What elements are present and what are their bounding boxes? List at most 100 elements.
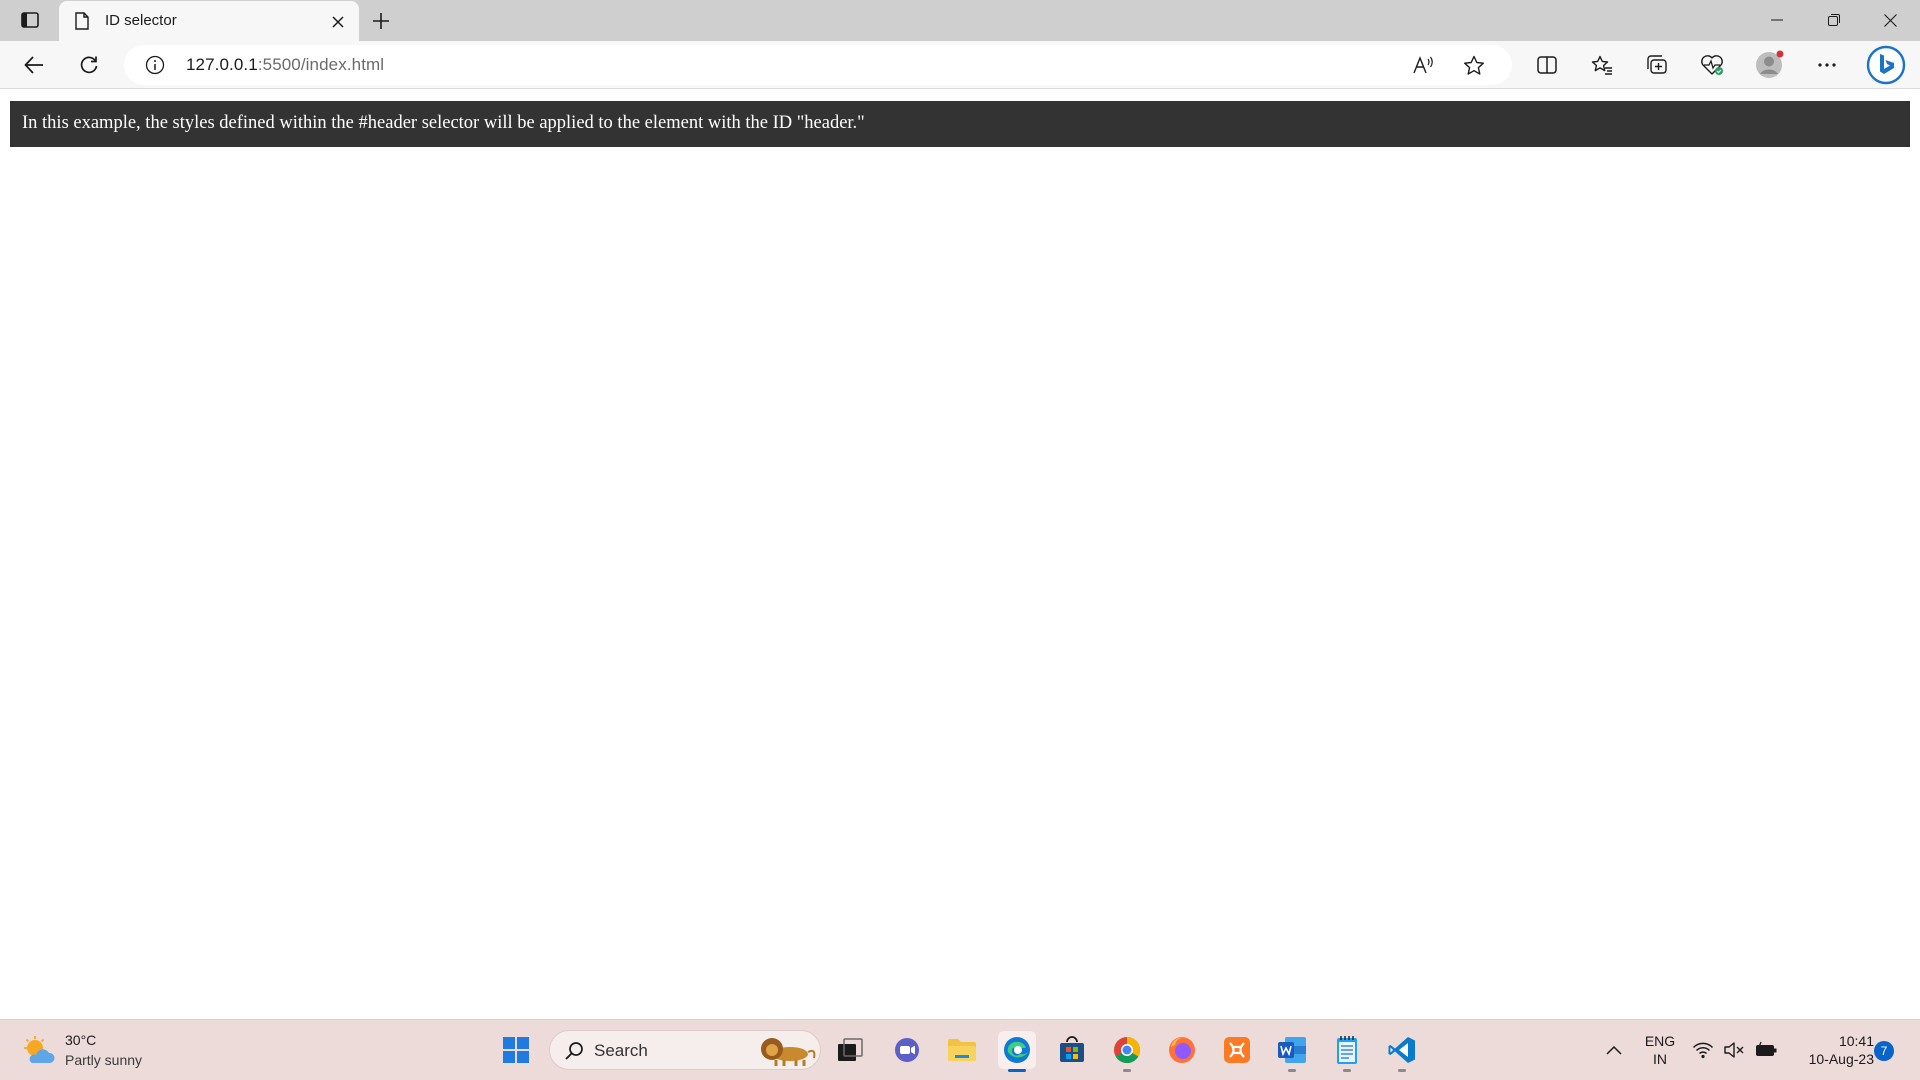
wifi-icon [1692, 1042, 1714, 1059]
restore-button[interactable] [1805, 0, 1862, 40]
edge-taskbar-button[interactable] [998, 1031, 1036, 1072]
address-bar[interactable]: 127.0.0.1:5500/index.html [124, 45, 1512, 85]
xampp-button[interactable] [1218, 1031, 1256, 1069]
more-dots-icon [1818, 63, 1836, 67]
new-tab-button[interactable] [367, 7, 395, 35]
word-icon [1278, 1037, 1306, 1063]
back-arrow-icon [24, 56, 43, 74]
close-window-button[interactable] [1862, 0, 1919, 40]
info-icon [145, 55, 165, 75]
start-button[interactable] [497, 1031, 535, 1069]
chevron-up-icon [1606, 1045, 1622, 1055]
favorites-icon [1591, 55, 1612, 75]
read-aloud-icon [1413, 56, 1433, 74]
xampp-icon [1224, 1037, 1250, 1063]
refresh-icon [80, 56, 98, 74]
plus-icon [373, 13, 389, 29]
partly-sunny-icon [24, 1036, 55, 1063]
page-header: In this example, the styles defined with… [10, 101, 1910, 147]
tab-title: ID selector [105, 12, 177, 29]
clock[interactable]: 10:41 10-Aug-23 [1790, 1032, 1874, 1068]
edge-icon [1004, 1037, 1030, 1063]
clock-time: 10:41 [1838, 1033, 1874, 1049]
tab-actions-button[interactable] [14, 8, 46, 32]
page-viewport: In this example, the styles defined with… [0, 90, 1920, 1019]
battery-charging-icon [1756, 1041, 1777, 1056]
url-text[interactable]: 127.0.0.1:5500/index.html [186, 55, 384, 75]
chrome-button[interactable] [1108, 1031, 1146, 1072]
folder-icon [948, 1039, 976, 1061]
url-host: 127.0.0.1 [186, 55, 258, 74]
wifi-button[interactable] [1686, 1031, 1720, 1069]
back-button[interactable] [17, 49, 51, 81]
search-placeholder: Search [594, 1041, 648, 1060]
minimize-icon [1770, 19, 1783, 21]
weather-description: Partly sunny [65, 1052, 143, 1068]
notepad-button[interactable] [1328, 1031, 1366, 1072]
windows-logo-icon [503, 1037, 529, 1063]
volume-muted-icon [1724, 1042, 1744, 1058]
store-button[interactable] [1053, 1031, 1091, 1069]
weather-widget[interactable]: 30°C Partly sunny [22, 1032, 162, 1072]
star-icon [1464, 55, 1484, 75]
site-info-button[interactable] [144, 54, 166, 76]
taskbar-search[interactable]: Search [549, 1030, 821, 1070]
browser-toolbar: 127.0.0.1:5500/index.html [0, 41, 1920, 89]
tab-strip: ID selector [0, 0, 1920, 41]
store-icon [1060, 1036, 1084, 1062]
word-button[interactable] [1273, 1031, 1311, 1072]
bing-icon [1866, 45, 1906, 85]
url-path: :5500/index.html [257, 55, 385, 74]
bing-chat-button[interactable] [1866, 45, 1906, 85]
running-indicator [1123, 1069, 1131, 1072]
favorites-button[interactable] [1585, 49, 1619, 81]
settings-more-button[interactable] [1810, 49, 1844, 81]
running-indicator [1343, 1069, 1351, 1072]
minimize-button[interactable] [1748, 0, 1805, 40]
tab-actions-icon [21, 12, 39, 28]
running-indicator [1288, 1069, 1296, 1072]
page-icon [75, 12, 89, 30]
lion-highlight-icon [761, 1038, 816, 1066]
heart-pulse-icon [1701, 55, 1723, 75]
vscode-button[interactable] [1383, 1031, 1421, 1072]
file-explorer-button[interactable] [943, 1031, 981, 1069]
collections-icon [1647, 55, 1667, 74]
avatar-icon [1756, 50, 1784, 78]
weather-temperature: 30°C [65, 1032, 97, 1048]
clock-date: 10-Aug-23 [1808, 1051, 1874, 1067]
tab-id-selector[interactable]: ID selector [59, 1, 359, 41]
teams-chat-button[interactable] [888, 1031, 926, 1069]
active-app-indicator [1008, 1069, 1026, 1072]
split-screen-icon [1537, 56, 1557, 74]
volume-button[interactable] [1717, 1031, 1751, 1069]
task-view-icon [838, 1038, 863, 1061]
firefox-button[interactable] [1163, 1031, 1201, 1069]
region-code: IN [1653, 1051, 1667, 1067]
chrome-icon [1114, 1036, 1141, 1064]
restore-icon [1827, 14, 1840, 26]
browser-essentials-button[interactable] [1695, 49, 1729, 81]
split-screen-button[interactable] [1530, 49, 1564, 81]
search-icon [565, 1042, 583, 1060]
teams-icon [895, 1038, 919, 1062]
taskbar: 30°C Partly sunny Search ENG IN 10:41 10… [0, 1019, 1920, 1080]
add-favorite-button[interactable] [1460, 53, 1488, 77]
tab-close-button[interactable] [327, 11, 349, 33]
refresh-button[interactable] [72, 49, 106, 81]
battery-button[interactable] [1749, 1031, 1783, 1069]
close-icon [332, 16, 344, 28]
running-indicator [1398, 1069, 1406, 1072]
notification-badge[interactable]: 7 [1874, 1041, 1894, 1061]
notepad-icon [1337, 1036, 1357, 1064]
language-code: ENG [1644, 1033, 1676, 1049]
close-window-icon [1884, 13, 1897, 27]
vscode-icon [1388, 1037, 1415, 1063]
firefox-icon [1169, 1037, 1195, 1063]
profile-button[interactable] [1752, 49, 1786, 81]
input-language[interactable]: ENG IN [1642, 1032, 1678, 1068]
task-view-button[interactable] [831, 1031, 869, 1069]
read-aloud-button[interactable] [1410, 53, 1438, 77]
collections-button[interactable] [1640, 49, 1674, 81]
show-hidden-icons-button[interactable] [1596, 1031, 1632, 1069]
